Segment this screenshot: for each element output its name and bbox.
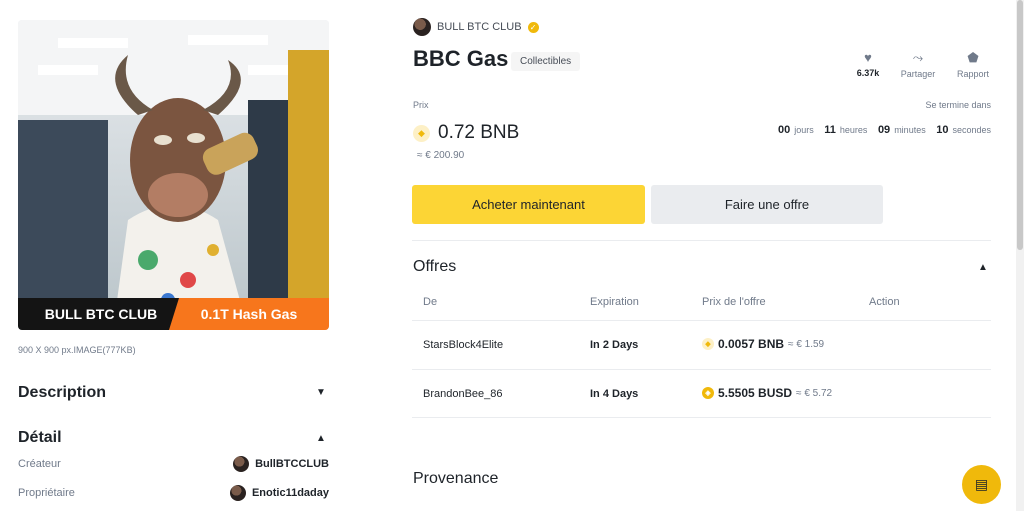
offer-fiat: ≈ € 5.72 xyxy=(796,387,833,399)
owner-link[interactable]: Enotic11daday xyxy=(229,485,329,501)
offers-header-from: De xyxy=(423,296,438,308)
report-button[interactable]: ⬟ Rapport xyxy=(943,50,1003,79)
busd-coin-icon: ◈ xyxy=(702,387,714,399)
bnb-coin-icon: ◆ xyxy=(702,338,714,350)
offer-row-from[interactable]: StarsBlock4Elite xyxy=(423,339,503,351)
chat-button[interactable]: ▤ xyxy=(962,465,1001,504)
bnb-coin-icon: ◆ xyxy=(413,124,430,142)
share-icon: ⤳ xyxy=(912,50,924,65)
creator-name: BullBTCCLUB xyxy=(255,458,329,470)
offer-row-expiration: In 4 Days xyxy=(590,388,639,400)
chevron-down-icon[interactable]: ▼ xyxy=(316,387,326,398)
nft-image[interactable]: BULL BTC CLUB 0.1T Hash Gas xyxy=(18,20,329,330)
share-button[interactable]: ⤳ Partager xyxy=(888,50,948,79)
offers-header-expiration: Expiration xyxy=(590,296,639,308)
category-tag[interactable]: Collectibles xyxy=(511,52,581,71)
countdown-hours: 11 xyxy=(824,124,836,136)
share-label: Partager xyxy=(900,69,936,79)
offer-amount: 5.5505 BUSD xyxy=(718,386,793,400)
countdown-seconds: 10 xyxy=(936,124,949,136)
offer-row-price: ◈ 5.5505 BUSD ≈ € 5.72 xyxy=(702,386,832,400)
report-label: Rapport xyxy=(956,69,990,79)
owner-avatar xyxy=(229,485,246,501)
image-label-hash: 0.1T Hash Gas xyxy=(169,298,329,330)
report-icon: ⬟ xyxy=(967,50,979,65)
nft-artwork xyxy=(18,20,329,330)
detail-heading: Détail xyxy=(18,429,62,446)
countdown-minutes: 09 xyxy=(877,124,891,136)
offer-row-price: ◆ 0.0057 BNB ≈ € 1.59 xyxy=(702,337,824,351)
creator-link[interactable]: BullBTCCLUB xyxy=(233,456,329,472)
make-offer-button[interactable]: Faire une offre xyxy=(651,185,883,224)
countdown-hours-label: heures xyxy=(839,125,868,135)
offers-header-action: Action xyxy=(869,296,900,308)
nft-title: BBC Gas xyxy=(413,46,509,71)
description-heading: Description xyxy=(18,384,107,401)
offer-row-expiration: In 2 Days xyxy=(590,339,639,351)
creator-avatar xyxy=(233,456,250,472)
offer-amount: 0.0057 BNB xyxy=(718,337,785,351)
divider xyxy=(412,240,991,241)
offers-header-price: Prix de l'offre xyxy=(702,296,766,308)
creator-label: Créateur xyxy=(18,458,61,470)
collection-name: BULL BTC CLUB xyxy=(437,21,522,33)
collection-link[interactable]: BULL BTC CLUB ✓ xyxy=(413,18,539,36)
countdown-seconds-label: secondes xyxy=(952,125,991,135)
chat-icon: ▤ xyxy=(974,476,989,492)
divider xyxy=(412,369,991,370)
price-fiat: ≈ € 200.90 xyxy=(417,150,465,161)
owner-label: Propriétaire xyxy=(18,487,75,499)
price-value: ◆ 0.72 BNB xyxy=(413,122,519,144)
countdown-days: 00 xyxy=(777,124,791,136)
provenance-heading: Provenance xyxy=(413,470,499,487)
price-amount: 0.72 BNB xyxy=(438,122,520,143)
offer-fiat: ≈ € 1.59 xyxy=(788,338,825,350)
offers-heading: Offres xyxy=(413,258,457,275)
image-label-collection: BULL BTC CLUB xyxy=(18,298,184,330)
collection-avatar xyxy=(413,18,431,36)
description-toggle[interactable]: Description xyxy=(18,384,106,402)
verified-icon: ✓ xyxy=(527,21,539,33)
detail-toggle[interactable]: Détail xyxy=(18,429,62,447)
divider xyxy=(412,417,991,418)
image-meta: 900 X 900 px.IMAGE(777KB) xyxy=(18,345,136,355)
countdown-days-label: jours xyxy=(794,125,814,135)
buy-now-button[interactable]: Acheter maintenant xyxy=(412,185,645,224)
countdown-minutes-label: minutes xyxy=(894,125,926,135)
owner-name: Enotic11daday xyxy=(251,487,329,499)
divider xyxy=(412,320,991,321)
chevron-up-icon[interactable]: ▲ xyxy=(978,262,988,273)
offer-row-from[interactable]: BrandonBee_86 xyxy=(423,388,503,400)
like-count: 6.37k xyxy=(856,68,880,78)
chevron-up-icon[interactable]: ▲ xyxy=(316,433,326,444)
scrollbar-thumb[interactable] xyxy=(1017,0,1023,250)
price-label: Prix xyxy=(413,100,429,110)
ends-label: Se termine dans xyxy=(925,100,991,110)
countdown-timer: 00 jours 11 heures 09 minutes 10 secondes xyxy=(778,124,991,136)
